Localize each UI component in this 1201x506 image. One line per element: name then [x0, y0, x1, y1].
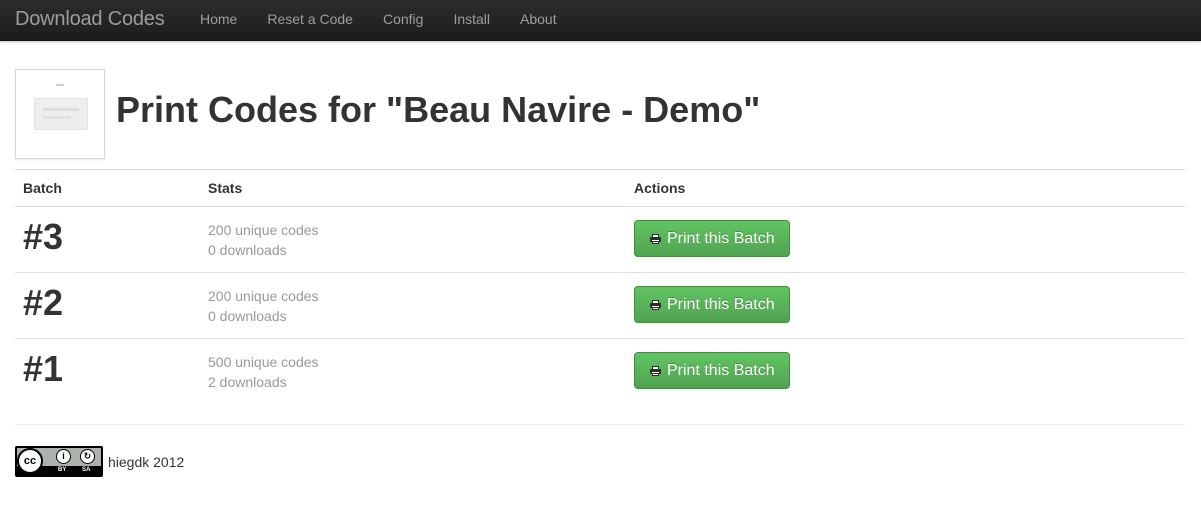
column-header-actions: Actions	[626, 170, 1185, 207]
actions-cell: Print this Batch	[626, 338, 1185, 404]
print-icon	[650, 233, 661, 244]
table-header-row: Batch Stats Actions	[15, 170, 1185, 207]
stats-cell: 500 unique codes 2 downloads	[200, 338, 626, 404]
batch-number: #3	[23, 215, 64, 257]
brand-link[interactable]: Download Codes	[15, 8, 165, 31]
thumbnail-card	[34, 98, 88, 130]
album-thumbnail	[15, 69, 105, 159]
nav-install[interactable]: Install	[438, 0, 505, 40]
nav-about[interactable]: About	[505, 0, 572, 40]
print-batch-button[interactable]: Print this Batch	[634, 352, 790, 389]
downloads-count: 0 downloads	[208, 241, 287, 258]
downloads-count: 2 downloads	[208, 373, 287, 390]
attribution-icon: i	[56, 449, 71, 464]
license-sa-label: SA	[82, 467, 91, 473]
cc-icon: cc	[17, 448, 43, 474]
print-icon	[650, 365, 661, 376]
unique-codes-count: 500 unique codes	[208, 353, 319, 370]
nav-home[interactable]: Home	[185, 0, 252, 40]
print-batch-button[interactable]: Print this Batch	[634, 286, 790, 323]
thumbnail-tag	[56, 84, 64, 86]
license-by-label: BY	[58, 467, 67, 473]
footer: cc i ↻ BY SA hiegdk 2012	[15, 446, 184, 477]
downloads-count: 0 downloads	[208, 307, 287, 324]
print-batch-label: Print this Batch	[667, 361, 775, 379]
batches-table: Batch Stats Actions #3 200 unique codes …	[15, 170, 1185, 404]
batch-number: #2	[23, 281, 64, 323]
share-alike-icon: ↻	[80, 449, 95, 464]
batch-cell: #1	[15, 338, 200, 404]
page-title: Print Codes for "Beau Navire - Demo"	[116, 89, 761, 130]
batch-cell: #2	[15, 272, 200, 339]
table-row: #1 500 unique codes 2 downloads Print th…	[15, 338, 1185, 404]
table-row: #3 200 unique codes 0 downloads Print th…	[15, 207, 1185, 273]
navbar: Download Codes Home Reset a Code Config …	[0, 0, 1201, 41]
batch-number: #1	[23, 347, 64, 389]
copyright-text: hiegdk 2012	[108, 453, 185, 470]
unique-codes-count: 200 unique codes	[208, 287, 319, 304]
actions-cell: Print this Batch	[626, 207, 1185, 273]
table-row: #2 200 unique codes 0 downloads Print th…	[15, 272, 1185, 339]
stats-cell: 200 unique codes 0 downloads	[200, 207, 626, 273]
page-header: Print Codes for "Beau Navire - Demo"	[15, 69, 1185, 159]
print-batch-label: Print this Batch	[667, 229, 775, 247]
print-batch-label: Print this Batch	[667, 295, 775, 313]
print-batch-button[interactable]: Print this Batch	[634, 220, 790, 257]
actions-cell: Print this Batch	[626, 272, 1185, 339]
column-header-stats: Stats	[200, 170, 626, 207]
batch-cell: #3	[15, 207, 200, 273]
stats-cell: 200 unique codes 0 downloads	[200, 272, 626, 339]
nav-menu: Home Reset a Code Config Install About	[185, 0, 572, 40]
nav-config[interactable]: Config	[368, 0, 438, 40]
column-header-batch: Batch	[15, 170, 200, 207]
print-icon	[650, 299, 661, 310]
cc-by-sa-license-icon[interactable]: cc i ↻ BY SA	[15, 446, 103, 477]
nav-reset-code[interactable]: Reset a Code	[252, 0, 368, 40]
footer-divider	[15, 424, 1185, 425]
unique-codes-count: 200 unique codes	[208, 221, 319, 238]
